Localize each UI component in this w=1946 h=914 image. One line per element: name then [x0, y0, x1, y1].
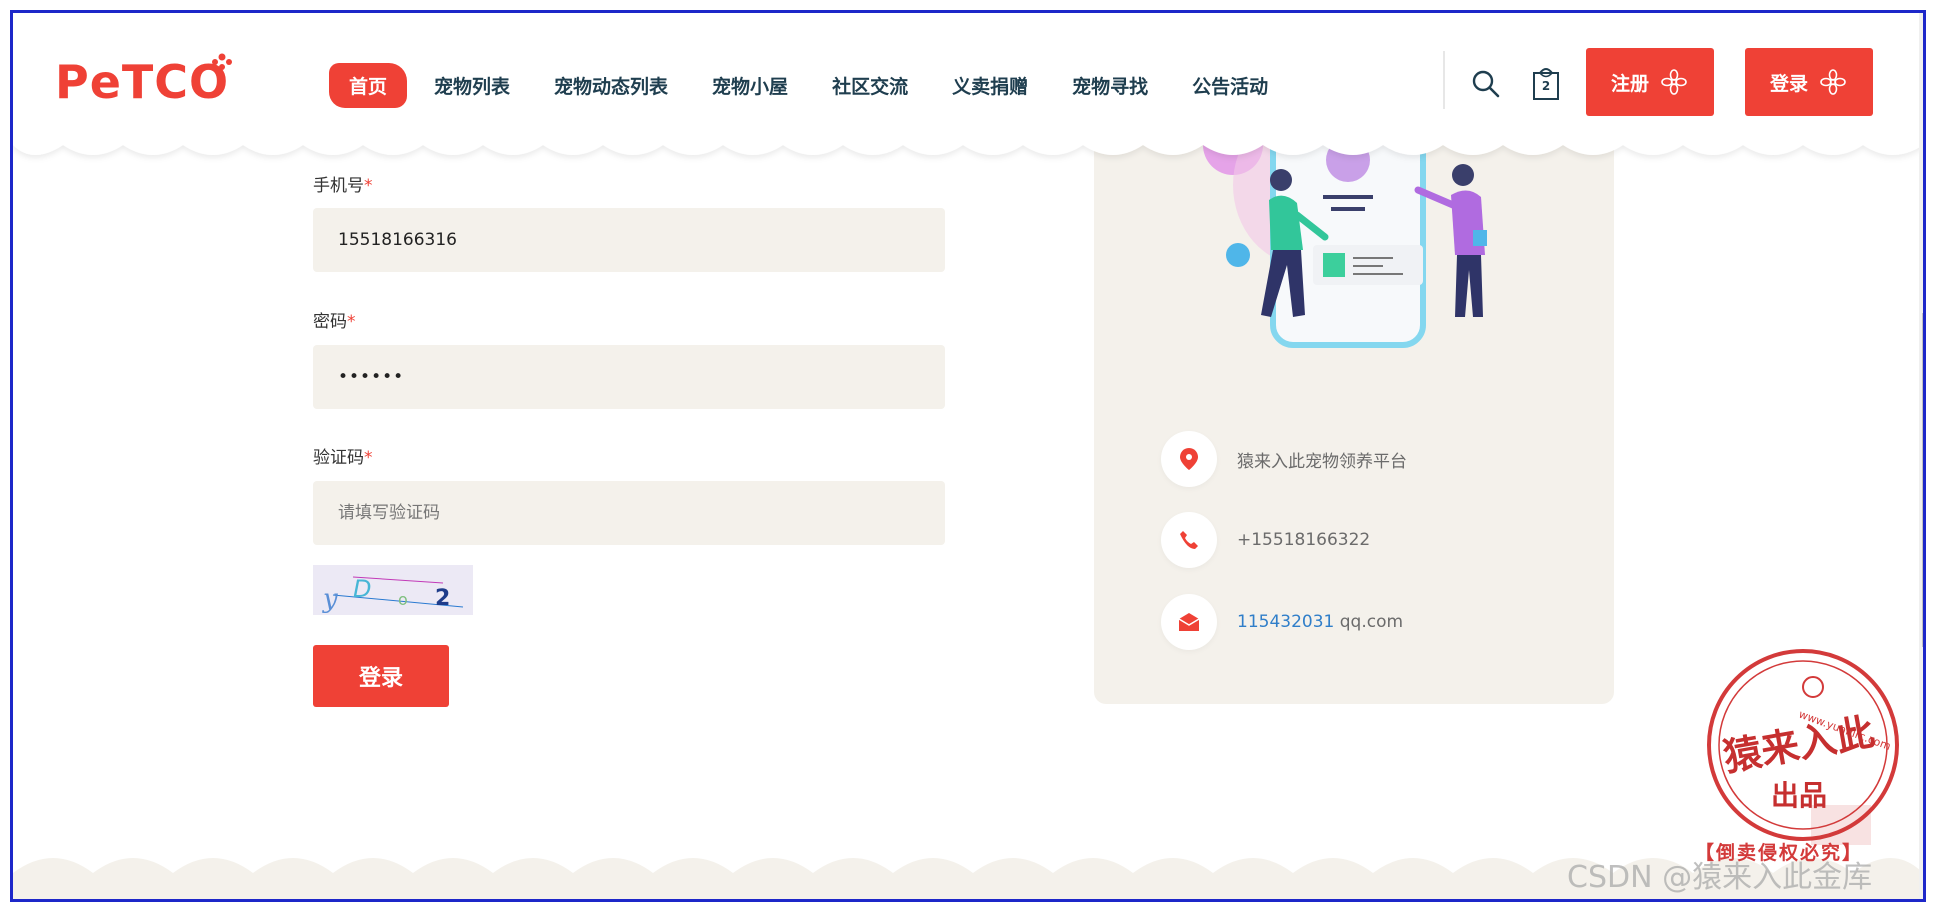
- contact-email[interactable]: 115432031 qq.com: [1237, 612, 1403, 632]
- phone-icon: [1161, 512, 1217, 568]
- contact-address: 猿来入此宠物领养平台: [1237, 451, 1407, 472]
- location-pin-icon: [1161, 431, 1217, 487]
- header-login-label: 登录: [1770, 72, 1809, 95]
- flower-icon: [1661, 69, 1687, 95]
- main-nav: 首页 宠物列表 宠物动态列表 宠物小屋 社区交流 义卖捐赠 宠物寻找 公告活动: [329, 63, 1312, 108]
- nav-item-announcements[interactable]: 公告活动: [1192, 72, 1268, 99]
- captcha-label: 验证码*: [313, 443, 373, 468]
- header-wave-divider: [13, 131, 1923, 155]
- svg-text:2: 2: [435, 586, 450, 611]
- password-label: 密码*: [313, 307, 356, 332]
- svg-text:y: y: [322, 584, 338, 614]
- contact-email-number[interactable]: 115432031: [1237, 612, 1334, 632]
- captcha-label-text: 验证码: [313, 448, 364, 468]
- nav-item-charity[interactable]: 义卖捐赠: [952, 72, 1028, 99]
- scroll-down-arrow-icon[interactable]: [1924, 891, 1926, 897]
- site-header: PeTCO 首页 宠物列表 宠物动态列表 宠物小屋 社区交流 义卖捐赠 宠物寻找…: [13, 13, 1923, 131]
- scroll-thumb[interactable]: [1922, 313, 1923, 647]
- cart-count-badge: 2: [1541, 79, 1551, 93]
- required-mark: *: [364, 448, 373, 468]
- scroll-up-arrow-icon[interactable]: [1924, 17, 1926, 23]
- contact-phone: +15518166322: [1237, 530, 1371, 550]
- required-mark: *: [347, 312, 356, 332]
- page-scrollbar[interactable]: [1919, 13, 1926, 899]
- paw-flower-icon: [212, 53, 232, 70]
- header-divider: [1443, 51, 1445, 109]
- phone-input[interactable]: [313, 208, 945, 272]
- captcha-image[interactable]: y D o 2: [313, 565, 473, 615]
- header-login-button[interactable]: 登录: [1745, 48, 1873, 116]
- contact-phone-row: +15518166322: [1161, 512, 1370, 568]
- nav-item-community[interactable]: 社区交流: [832, 72, 908, 99]
- register-button-label: 注册: [1611, 72, 1650, 95]
- required-mark: *: [364, 176, 373, 196]
- nav-item-pet-list[interactable]: 宠物列表: [434, 72, 510, 99]
- nav-item-pet-feed[interactable]: 宠物动态列表: [554, 72, 668, 99]
- browser-frame: PeTCO 首页 宠物列表 宠物动态列表 宠物小屋 社区交流 义卖捐赠 宠物寻找…: [10, 10, 1926, 902]
- svg-text:D: D: [353, 575, 371, 603]
- contact-address-row: 猿来入此宠物领养平台: [1161, 431, 1407, 487]
- csdn-watermark: CSDN @猿来入此金库: [1567, 860, 1873, 895]
- svg-text:o: o: [398, 590, 408, 609]
- phone-label: 手机号*: [313, 171, 373, 196]
- mail-icon: [1161, 594, 1217, 650]
- password-input[interactable]: [313, 345, 945, 409]
- flower-icon: [1820, 69, 1846, 95]
- petco-logo[interactable]: PeTCO: [55, 55, 229, 109]
- phone-label-text: 手机号: [313, 176, 364, 196]
- register-button[interactable]: 注册: [1586, 48, 1714, 116]
- contact-email-row: 115432031 qq.com: [1161, 594, 1403, 650]
- nav-item-home[interactable]: 首页: [329, 63, 408, 108]
- login-submit-button[interactable]: 登录: [313, 645, 449, 707]
- search-icon[interactable]: [1471, 69, 1501, 99]
- nav-item-pet-house[interactable]: 宠物小屋: [712, 72, 788, 99]
- cart-button[interactable]: 2: [1531, 65, 1561, 101]
- contact-email-domain: qq.com: [1334, 612, 1404, 632]
- captcha-input[interactable]: [313, 481, 945, 545]
- password-label-text: 密码: [313, 312, 347, 332]
- nav-item-pet-search[interactable]: 宠物寻找: [1072, 72, 1148, 99]
